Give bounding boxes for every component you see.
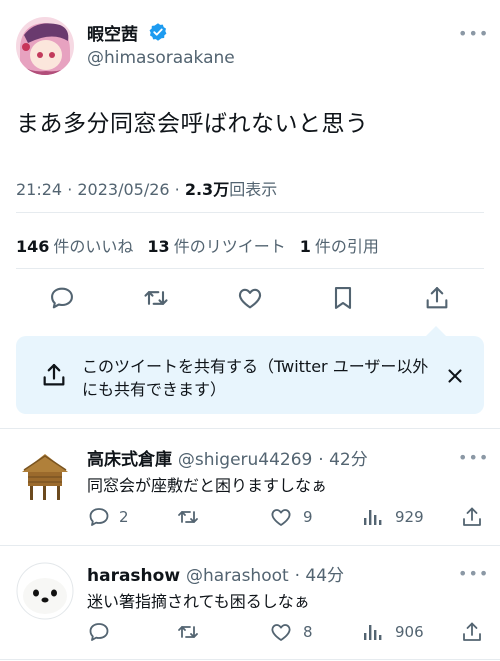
reply-author-name[interactable]: harashow bbox=[87, 566, 180, 586]
reply-icon[interactable] bbox=[87, 505, 111, 529]
tweet-meta: 21:24 · 2023/05/26 · 2.3万回表示 bbox=[16, 176, 277, 200]
tweet-timestamp[interactable]: 21:24 · 2023/05/26 · bbox=[16, 180, 185, 199]
retweet-icon[interactable] bbox=[176, 620, 200, 644]
reply-author-handle[interactable]: @shigeru44269 bbox=[178, 450, 312, 470]
divider bbox=[0, 545, 500, 546]
divider bbox=[16, 212, 484, 213]
reply-icon[interactable] bbox=[87, 620, 111, 644]
divider bbox=[16, 268, 484, 269]
reply-author[interactable]: harashow @harashoot · 44分 bbox=[87, 561, 344, 586]
like-icon[interactable] bbox=[236, 284, 264, 312]
verified-badge-icon bbox=[148, 22, 168, 42]
divider bbox=[0, 428, 500, 429]
reply-count: 2 bbox=[119, 508, 129, 526]
likes-stat[interactable]: 146 件のいいね bbox=[16, 237, 133, 256]
divider bbox=[0, 659, 500, 660]
views-icon[interactable] bbox=[360, 620, 384, 644]
author-avatar[interactable] bbox=[16, 17, 74, 75]
share-icon[interactable] bbox=[423, 284, 451, 312]
share-icon[interactable] bbox=[460, 505, 484, 529]
bookmark-icon[interactable] bbox=[329, 284, 357, 312]
share-callout-text: このツイートを共有する（Twitter ユーザー以外にも共有できます） bbox=[82, 357, 429, 399]
more-icon[interactable]: ••• bbox=[458, 24, 489, 43]
reply-text: 迷い箸指摘されても困るしなぁ bbox=[87, 592, 310, 611]
share-icon[interactable] bbox=[460, 620, 484, 644]
reply-avatar[interactable] bbox=[16, 446, 74, 504]
retweet-icon[interactable] bbox=[176, 505, 200, 529]
like-icon[interactable] bbox=[269, 620, 293, 644]
like-count: 8 bbox=[303, 623, 313, 641]
author-name[interactable]: 暇空茜 bbox=[87, 20, 138, 45]
reply-author[interactable]: 高床式倉庫 @shigeru44269 · 42分 bbox=[87, 445, 368, 470]
close-icon[interactable] bbox=[444, 365, 466, 387]
reply-author-name[interactable]: 高床式倉庫 bbox=[87, 450, 172, 470]
engagement-stats: 146 件のいいね 13 件のリツイート 1 件の引用 bbox=[16, 233, 379, 257]
share-callout-icon bbox=[40, 361, 68, 389]
view-count: 2.3万 bbox=[184, 180, 230, 199]
quotes-stat[interactable]: 1 件の引用 bbox=[300, 237, 379, 256]
view-count: 906 bbox=[395, 623, 424, 641]
retweets-stat[interactable]: 13 件のリツイート bbox=[147, 237, 285, 256]
author-handle[interactable]: @himasoraakane bbox=[87, 48, 235, 68]
views-icon[interactable] bbox=[360, 505, 384, 529]
callout-caret bbox=[426, 326, 446, 336]
retweet-icon[interactable] bbox=[142, 284, 170, 312]
reply-author-handle[interactable]: @harashoot bbox=[186, 566, 289, 586]
like-icon[interactable] bbox=[269, 505, 293, 529]
reply-time[interactable]: · 42分 bbox=[318, 450, 367, 470]
tweet-text: まあ多分同窓会呼ばれないと思う bbox=[16, 111, 369, 137]
reply-time[interactable]: · 44分 bbox=[295, 566, 344, 586]
more-icon[interactable]: ••• bbox=[458, 564, 489, 583]
reply-icon[interactable] bbox=[48, 284, 76, 312]
view-label: 回表示 bbox=[229, 180, 278, 199]
reply-text: 同窓会が座敷だと困りますしなぁ bbox=[87, 476, 328, 495]
reply-avatar[interactable] bbox=[16, 562, 74, 620]
view-count: 929 bbox=[395, 508, 424, 526]
more-icon[interactable]: ••• bbox=[458, 448, 489, 467]
like-count: 9 bbox=[303, 508, 313, 526]
